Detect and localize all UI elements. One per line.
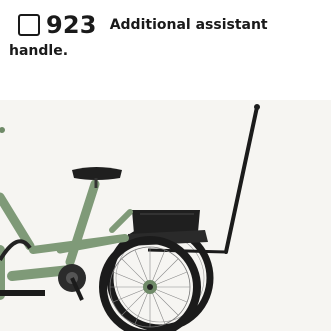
near-rear-wheel bbox=[99, 236, 201, 331]
caption-line-1: 923 Additional assistant bbox=[9, 8, 324, 42]
item-number: 923 bbox=[46, 11, 97, 39]
saddle bbox=[72, 167, 122, 188]
product-photo bbox=[0, 100, 331, 331]
item-description-line-2: handle. bbox=[9, 43, 69, 59]
crankset bbox=[58, 264, 86, 301]
item-description-line-1: Additional assistant bbox=[109, 17, 268, 33]
checkbox-icon[interactable] bbox=[18, 14, 40, 36]
caption: 923 Additional assistant handle. bbox=[9, 8, 324, 59]
tricycle-illustration bbox=[0, 104, 260, 331]
